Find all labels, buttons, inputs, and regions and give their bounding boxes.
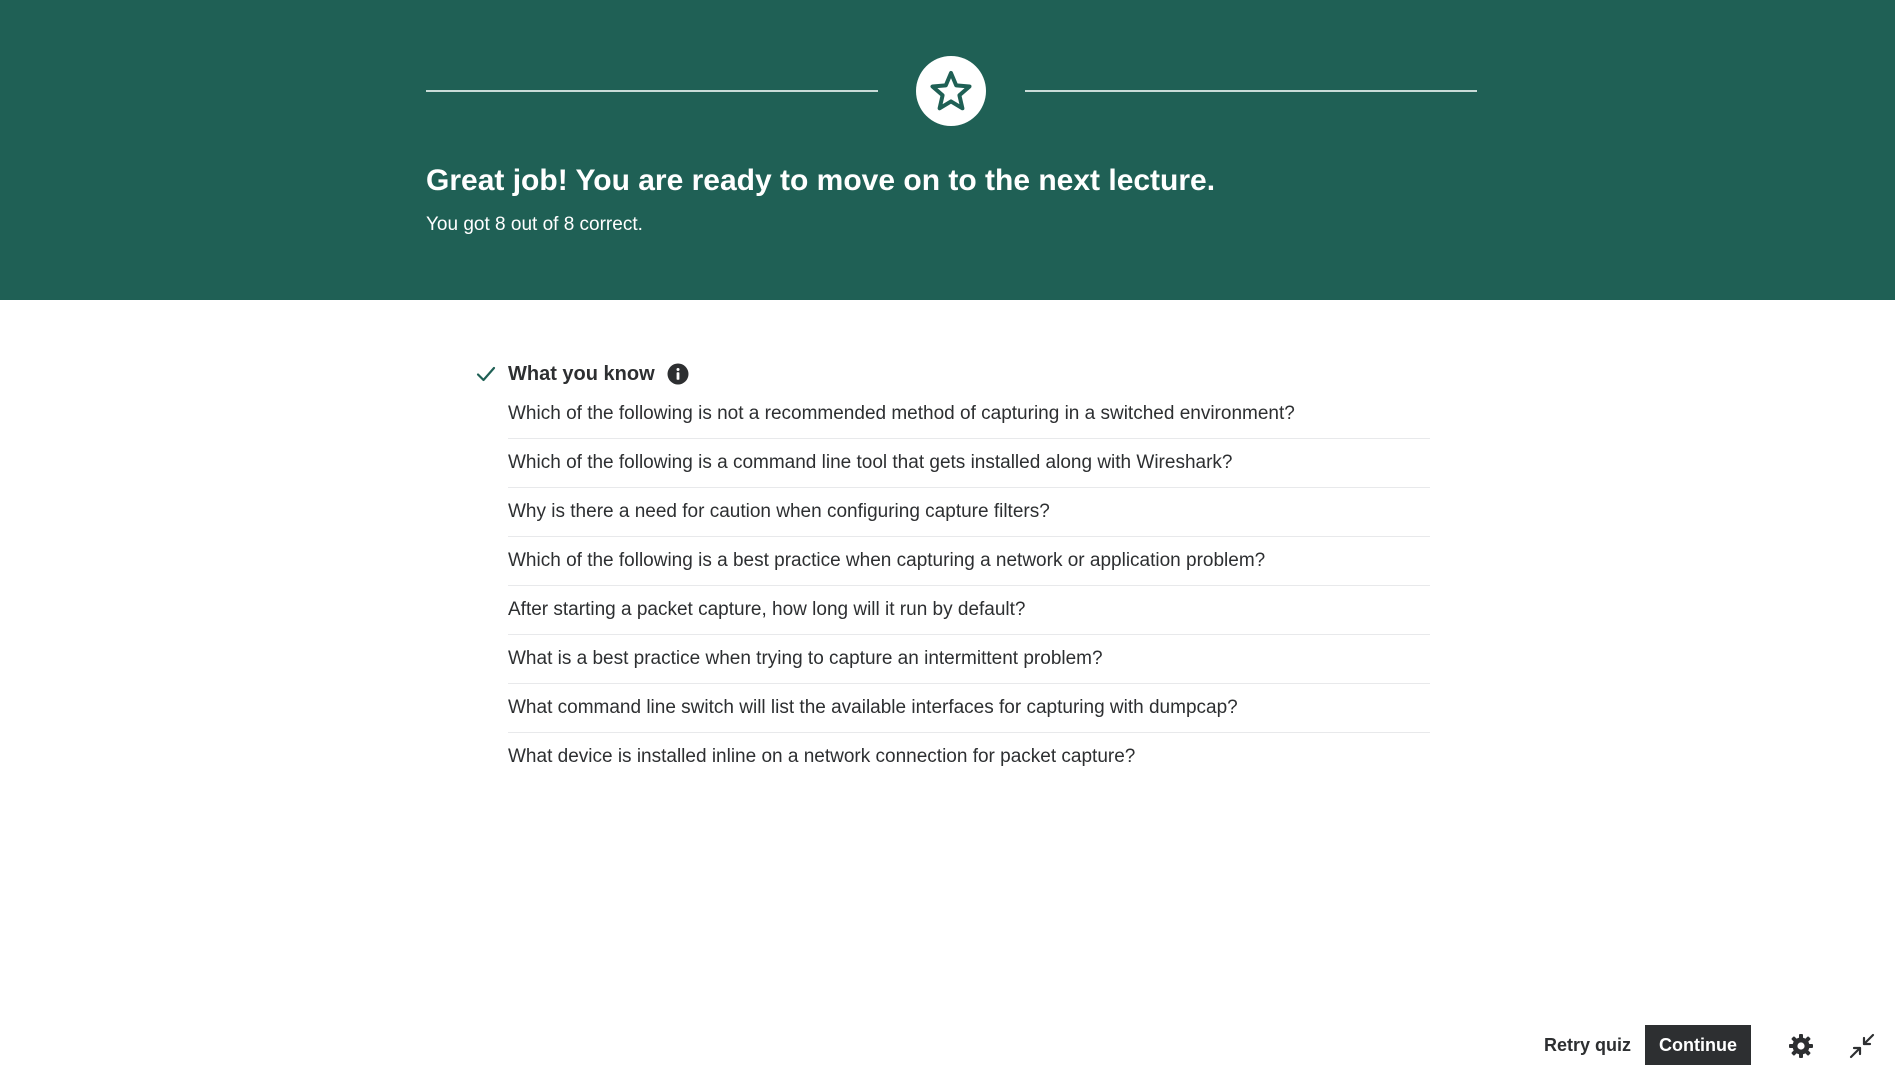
- gear-icon[interactable]: [1786, 1031, 1816, 1061]
- check-icon: [474, 362, 498, 386]
- question-item[interactable]: After starting a packet capture, how lon…: [508, 586, 1430, 635]
- star-badge: [916, 56, 986, 126]
- question-item[interactable]: Which of the following is a best practic…: [508, 537, 1430, 586]
- question-item[interactable]: Why is there a need for caution when con…: [508, 488, 1430, 537]
- quiz-footer: Retry quiz Continue: [0, 1025, 1895, 1065]
- section-title: What you know: [508, 362, 655, 385]
- continue-button[interactable]: Continue: [1645, 1025, 1751, 1065]
- results-banner: Great job! You are ready to move on to t…: [0, 0, 1895, 300]
- result-title: Great job! You are ready to move on to t…: [426, 164, 1216, 197]
- banner-divider-left: [426, 90, 878, 92]
- score-summary: You got 8 out of 8 correct.: [426, 214, 643, 235]
- collapse-icon[interactable]: [1847, 1031, 1877, 1061]
- what-you-know-section: What you know Which of the following is …: [474, 358, 1430, 781]
- section-header: What you know: [474, 358, 1430, 390]
- question-item[interactable]: Which of the following is not a recommen…: [508, 390, 1430, 439]
- question-item[interactable]: What command line switch will list the a…: [508, 684, 1430, 733]
- question-item[interactable]: Which of the following is a command line…: [508, 439, 1430, 488]
- question-item[interactable]: What is a best practice when trying to c…: [508, 635, 1430, 684]
- star-icon: [930, 71, 972, 111]
- question-list: Which of the following is not a recommen…: [474, 390, 1430, 781]
- question-item[interactable]: What device is installed inline on a net…: [508, 733, 1430, 781]
- info-icon[interactable]: [667, 363, 689, 385]
- banner-divider-right: [1025, 90, 1477, 92]
- retry-quiz-button[interactable]: Retry quiz: [1534, 1025, 1641, 1065]
